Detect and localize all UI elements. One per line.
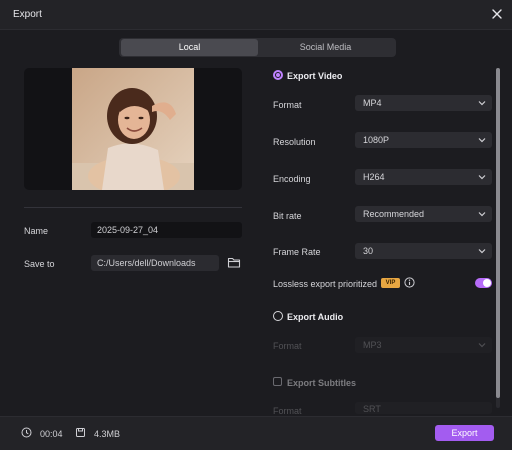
lossless-toggle[interactable]: [475, 278, 492, 288]
audio-format-value: MP3: [363, 340, 382, 350]
name-input[interactable]: 2025-09-27_04: [91, 222, 242, 238]
export-audio-title: Export Audio: [287, 312, 344, 322]
bit-rate-value: Recommended: [363, 209, 425, 219]
info-icon[interactable]: [404, 277, 415, 288]
preview-thumbnail: [72, 68, 194, 190]
title-bar: Export: [0, 0, 512, 30]
resolution-value: 1080P: [363, 135, 390, 145]
file-size-text: 4.3MB: [94, 429, 121, 439]
export-tabs: Local Social Media: [119, 38, 396, 57]
lossless-label: Lossless export prioritized: [273, 279, 378, 289]
encoding-select[interactable]: H264: [355, 169, 492, 185]
export-audio-radio[interactable]: [273, 311, 283, 321]
settings-scrollbar[interactable]: [496, 68, 500, 408]
export-video-radio[interactable]: [273, 70, 283, 80]
duration-text: 00:04: [40, 429, 63, 439]
chevron-down-icon: [478, 343, 486, 348]
chevron-down-icon: [478, 249, 486, 254]
vip-badge: VIP: [381, 278, 400, 288]
tab-social-media[interactable]: Social Media: [257, 39, 394, 56]
scrollbar-thumb[interactable]: [496, 68, 500, 398]
subtitles-format-value: SRT: [363, 404, 381, 414]
resolution-select[interactable]: 1080P: [355, 132, 492, 148]
export-video-title: Export Video: [287, 71, 343, 81]
file-size-icon: [76, 428, 85, 437]
close-icon[interactable]: [490, 7, 504, 21]
folder-icon[interactable]: [227, 256, 241, 269]
bit-rate-select[interactable]: Recommended: [355, 206, 492, 222]
save-path-field[interactable]: C:/Users/dell/Downloads: [91, 255, 219, 271]
audio-format-select[interactable]: MP3: [355, 337, 492, 353]
frame-rate-select[interactable]: 30: [355, 243, 492, 259]
audio-format-label: Format: [273, 341, 302, 351]
format-select[interactable]: MP4: [355, 95, 492, 111]
video-preview: [24, 68, 242, 190]
chevron-down-icon: [478, 138, 486, 143]
encoding-label: Encoding: [273, 174, 311, 184]
clock-icon: [21, 427, 32, 438]
frame-rate-value: 30: [363, 246, 374, 256]
subtitles-format-select[interactable]: SRT: [355, 402, 492, 414]
window-title: Export: [13, 9, 42, 20]
format-label: Format: [273, 100, 302, 110]
format-value: MP4: [363, 98, 382, 108]
bit-rate-label: Bit rate: [273, 211, 302, 221]
chevron-down-icon: [478, 212, 486, 217]
export-button[interactable]: Export: [435, 425, 494, 441]
preview-divider: [24, 207, 242, 208]
export-subtitles-title: Export Subtitles: [287, 378, 357, 388]
chevron-down-icon: [478, 101, 486, 106]
encoding-value: H264: [363, 172, 385, 182]
resolution-label: Resolution: [273, 137, 316, 147]
chevron-down-icon: [478, 175, 486, 180]
tab-local[interactable]: Local: [121, 39, 258, 56]
frame-rate-label: Frame Rate: [273, 247, 321, 257]
name-label: Name: [24, 226, 49, 236]
subtitles-format-label: Format: [273, 406, 302, 416]
export-subtitles-checkbox[interactable]: [273, 377, 282, 386]
save-to-label: Save to: [24, 259, 55, 269]
